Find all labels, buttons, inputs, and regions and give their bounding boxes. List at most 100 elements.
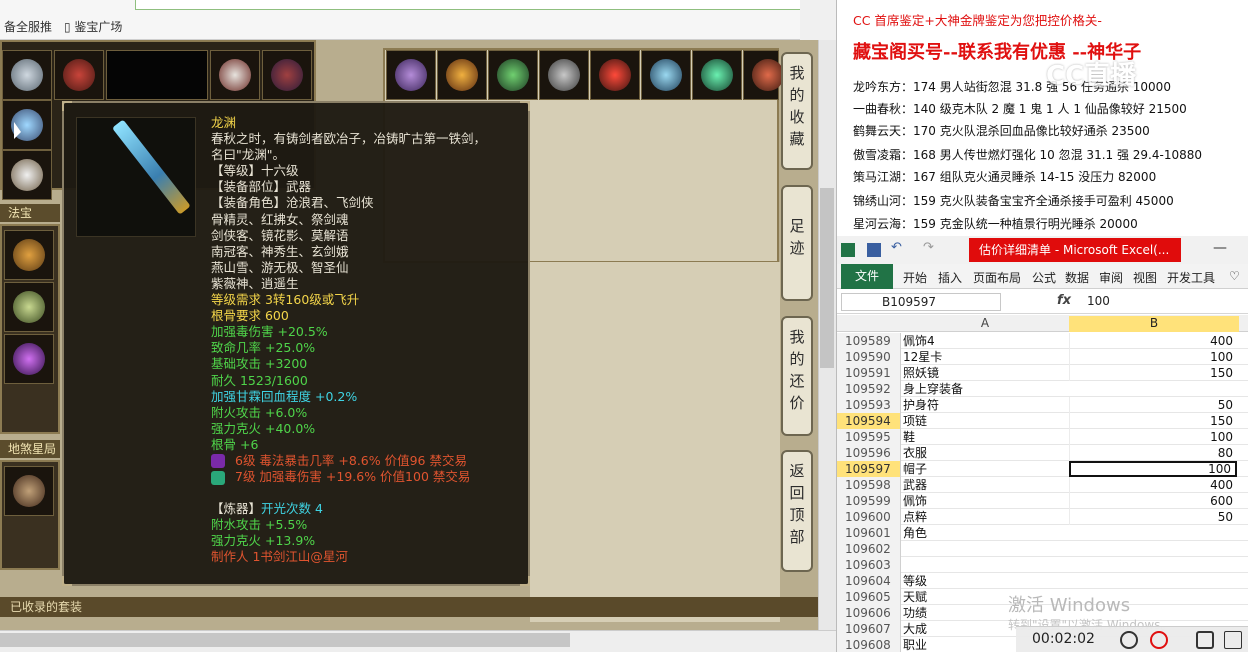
pen-icon[interactable] <box>1224 631 1242 649</box>
cell-a[interactable]: 照妖镜 <box>903 365 939 381</box>
cell-a[interactable]: 等级 <box>903 573 927 589</box>
cell-a[interactable]: 佩饰 <box>903 493 927 509</box>
stop-icon[interactable] <box>1150 631 1168 649</box>
table-row[interactable]: 109595 鞋 100 <box>837 429 1248 445</box>
row-number[interactable]: 109604 <box>837 573 901 589</box>
cell-b[interactable]: 400 <box>1069 477 1237 493</box>
table-row[interactable]: 109599 佩饰 600 <box>837 493 1248 509</box>
cell-b[interactable]: 100 <box>1069 349 1237 365</box>
my-bargain-button[interactable]: 我的还价 <box>781 316 813 436</box>
row-number[interactable]: 109603 <box>837 557 901 573</box>
row-number[interactable]: 109592 <box>837 381 901 397</box>
row-number[interactable]: 109599 <box>837 493 901 509</box>
column-b-header[interactable]: B <box>1069 316 1239 332</box>
cell-b[interactable]: 50 <box>1069 397 1237 413</box>
equip-slot[interactable] <box>54 50 104 100</box>
pause-icon[interactable] <box>1120 631 1138 649</box>
cell-b[interactable]: 100 <box>1069 461 1237 477</box>
address-dropdown[interactable] <box>135 0 805 10</box>
vertical-scroll-thumb[interactable] <box>820 188 834 368</box>
collected-sets-bar[interactable]: 已收录的套装 <box>0 597 818 617</box>
item-slot[interactable] <box>641 50 691 100</box>
redo-icon[interactable]: ↷ <box>923 240 937 255</box>
item-slot[interactable] <box>743 50 784 100</box>
equip-slot[interactable] <box>2 150 52 200</box>
table-row[interactable]: 109593 护身符 50 <box>837 397 1248 413</box>
table-row[interactable]: 109591 照妖镜 150 <box>837 365 1248 381</box>
row-number[interactable]: 109601 <box>837 525 901 541</box>
save-icon[interactable] <box>867 243 881 257</box>
horizontal-scroll-thumb[interactable] <box>0 633 570 647</box>
table-row[interactable]: 109603 <box>837 557 1248 573</box>
ribbon-expand-icon[interactable]: ♡ <box>1229 269 1240 283</box>
equip-slot[interactable] <box>2 50 52 100</box>
table-row[interactable]: 109604 等级 <box>837 573 1248 589</box>
cell-a[interactable]: 身上穿装备 <box>903 381 963 397</box>
undo-icon[interactable]: ↶ <box>891 240 905 255</box>
row-number[interactable]: 109595 <box>837 429 901 445</box>
cell-a[interactable]: 角色 <box>903 525 927 541</box>
formula-input[interactable]: 100 <box>1087 294 1110 308</box>
row-number[interactable]: 109602 <box>837 541 901 557</box>
favorite-link-2[interactable]: ▯ 鉴宝广场 <box>64 18 122 35</box>
column-a-header[interactable]: A <box>901 316 1069 330</box>
fabao-slot[interactable] <box>4 334 54 384</box>
row-number[interactable]: 109600 <box>837 509 901 525</box>
row-number[interactable]: 109607 <box>837 621 901 637</box>
back-to-top-button[interactable]: 返回顶部 <box>781 450 813 572</box>
cell-a[interactable]: 帽子 <box>903 461 927 477</box>
tab-developer[interactable]: 开发工具 <box>1167 269 1215 286</box>
cell-a[interactable]: 大成 <box>903 621 927 637</box>
fabao-slot[interactable] <box>4 282 54 332</box>
fabao-slot[interactable] <box>4 230 54 280</box>
table-row[interactable]: 109602 <box>837 541 1248 557</box>
my-collection-button[interactable]: 我的收藏 <box>781 52 813 170</box>
table-row[interactable]: 109592 身上穿装备 <box>837 381 1248 397</box>
tab-insert[interactable]: 插入 <box>938 269 962 286</box>
table-row[interactable]: 109600 点粹 50 <box>837 509 1248 525</box>
cell-a[interactable]: 佩饰4 <box>903 333 935 349</box>
favorite-link-1[interactable]: 备全服推 <box>4 18 52 35</box>
row-number[interactable]: 109591 <box>837 365 901 381</box>
tab-file[interactable]: 文件 <box>841 264 893 289</box>
table-row[interactable]: 109597 帽子 100 <box>837 461 1248 477</box>
footprint-button[interactable]: 足迹 <box>781 185 813 301</box>
item-slot[interactable] <box>488 50 538 100</box>
disha-slot[interactable] <box>4 466 54 516</box>
equip-slot[interactable] <box>262 50 312 100</box>
cell-a[interactable]: 护身符 <box>903 397 939 413</box>
fx-icon[interactable]: fx <box>1057 293 1071 308</box>
cell-a[interactable]: 12星卡 <box>903 349 942 365</box>
item-slot[interactable] <box>437 50 487 100</box>
row-number[interactable]: 109589 <box>837 333 901 349</box>
tab-formulas[interactable]: 公式 <box>1032 269 1056 286</box>
row-number[interactable]: 109594 <box>837 413 901 429</box>
table-row[interactable]: 109594 项链 150 <box>837 413 1248 429</box>
item-slot[interactable] <box>386 50 436 100</box>
equip-slot[interactable] <box>106 50 208 100</box>
table-row[interactable]: 109590 12星卡 100 <box>837 349 1248 365</box>
row-number[interactable]: 109593 <box>837 397 901 413</box>
cell-a[interactable]: 职业 <box>903 637 927 652</box>
row-number[interactable]: 109608 <box>837 637 901 652</box>
tab-view[interactable]: 视图 <box>1133 269 1157 286</box>
tab-page-layout[interactable]: 页面布局 <box>973 269 1021 286</box>
minimize-icon[interactable]: — <box>1213 240 1227 256</box>
row-number[interactable]: 109598 <box>837 477 901 493</box>
cell-a[interactable]: 衣服 <box>903 445 927 461</box>
tab-review[interactable]: 审阅 <box>1099 269 1123 286</box>
cell-b[interactable]: 600 <box>1069 493 1237 509</box>
item-slot[interactable] <box>590 50 640 100</box>
cell-b[interactable]: 100 <box>1069 429 1237 445</box>
cell-a[interactable]: 点粹 <box>903 509 927 525</box>
row-number[interactable]: 109596 <box>837 445 901 461</box>
equip-slot[interactable] <box>2 100 52 150</box>
camera-icon[interactable] <box>1196 631 1214 649</box>
cell-a[interactable]: 天赋 <box>903 589 927 605</box>
cell-b[interactable]: 80 <box>1069 445 1237 461</box>
table-row[interactable]: 109598 武器 400 <box>837 477 1248 493</box>
cell-a[interactable]: 鞋 <box>903 429 915 445</box>
cell-a[interactable]: 功绩 <box>903 605 927 621</box>
cell-a[interactable]: 武器 <box>903 477 927 493</box>
table-row[interactable]: 109601 角色 <box>837 525 1248 541</box>
